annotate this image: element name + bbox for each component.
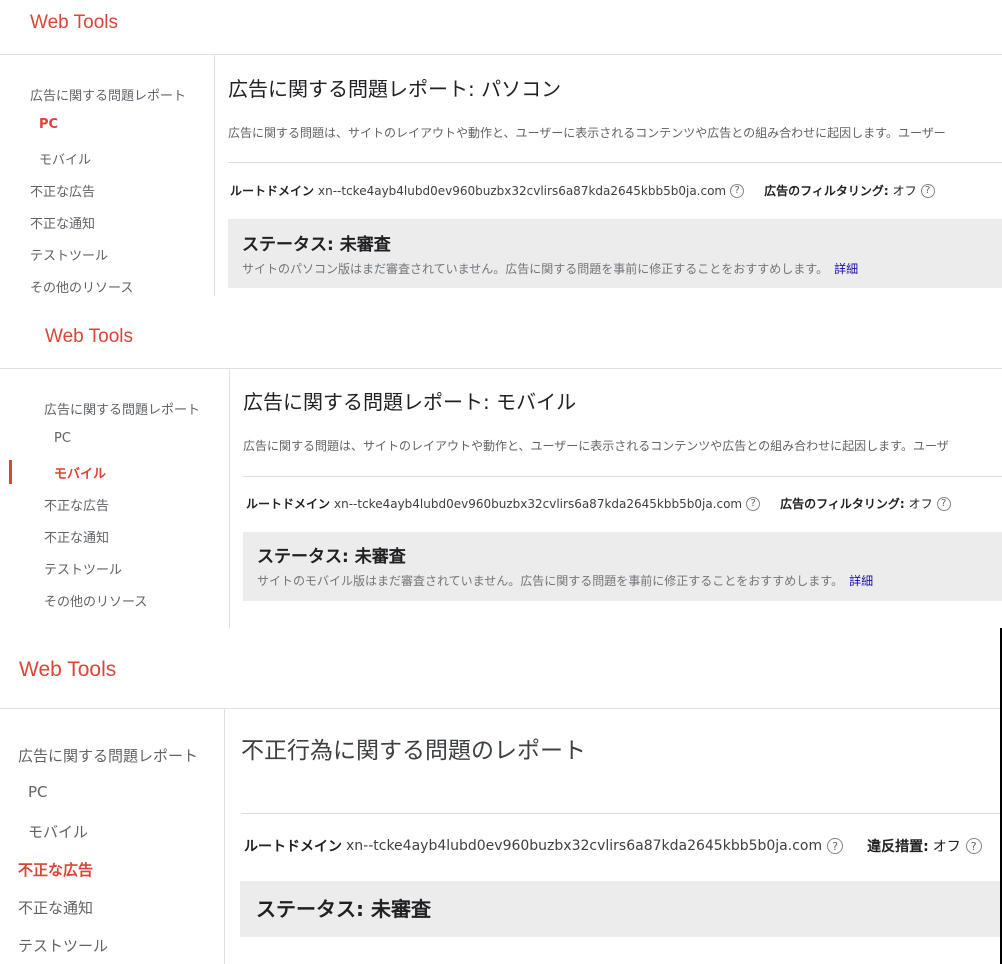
content-divider bbox=[228, 162, 1002, 163]
content-divider bbox=[243, 476, 1002, 477]
enforcement-value: オフ bbox=[932, 839, 961, 855]
help-circle-icon[interactable]: ? bbox=[920, 183, 935, 198]
sidebar-item-abusive-notifications[interactable]: 不正な通知 bbox=[18, 897, 93, 918]
help-circle-icon[interactable]: ? bbox=[965, 838, 982, 854]
sidebar-item-testing-tools[interactable]: テストツール bbox=[18, 935, 108, 956]
ad-filtering-label: 広告のフィルタリング: bbox=[780, 497, 905, 511]
panel-abusive-experience: Web Tools 広告に関する問題レポート PC モバイル 不正な広告 不正な… bbox=[0, 628, 1002, 964]
status-title: ステータス: 未審査 bbox=[242, 235, 391, 255]
details-link[interactable]: 詳細 bbox=[834, 262, 858, 276]
brand-logo[interactable]: Web Tools bbox=[19, 658, 116, 682]
brand-logo[interactable]: Web Tools bbox=[45, 326, 133, 348]
root-domain-label: ルートドメイン bbox=[246, 497, 331, 511]
sidebar-item-other-resources[interactable]: その他のリソース bbox=[30, 277, 133, 296]
sidebar-separator bbox=[224, 709, 225, 964]
sidebar-item-testing-tools[interactable]: テストツール bbox=[30, 245, 108, 264]
root-domain-value: xn--tcke4ayb4lubd0ev960buzbx32cvlirs6a87… bbox=[346, 838, 823, 854]
status-title: ステータス: 未審査 bbox=[257, 547, 406, 567]
sidebar-item-ad-experience-report[interactable]: 広告に関する問題レポート bbox=[30, 85, 186, 104]
sidebar-item-other-resources[interactable]: その他のリソース bbox=[44, 591, 147, 610]
page-description: 広告に関する問題は、サイトのレイアウトや動作と、ユーザーに表示されるコンテンツや… bbox=[228, 126, 946, 140]
status-title: ステータス: 未審査 bbox=[256, 897, 431, 921]
root-domain-value: xn--tcke4ayb4lubd0ev960buzbx32cvlirs6a87… bbox=[318, 183, 727, 198]
sidebar-item-pc[interactable]: PC bbox=[28, 783, 48, 801]
sidebar-item-mobile[interactable]: モバイル bbox=[54, 463, 106, 482]
page-description: 広告に関する問題は、サイトのレイアウトや動作と、ユーザーに表示されるコンテンツや… bbox=[243, 439, 949, 453]
sidebar-separator bbox=[214, 55, 215, 296]
ad-filtering-value: オフ bbox=[892, 184, 917, 198]
ad-filtering-value: オフ bbox=[908, 497, 933, 511]
status-description-text: サイトのパソコン版はまだ審査されていません。広告に関する問題を事前に修正すること… bbox=[242, 262, 829, 276]
sidebar-item-abusive-ads[interactable]: 不正な広告 bbox=[30, 181, 95, 200]
sidebar-item-abusive-ads[interactable]: 不正な広告 bbox=[18, 859, 93, 880]
page-title: 広告に関する問題レポート: パソコン bbox=[228, 77, 562, 101]
sidebar-separator bbox=[229, 369, 230, 628]
help-circle-icon[interactable]: ? bbox=[746, 496, 761, 511]
panel-ad-experience-mobile: Web Tools 広告に関する問題レポート PC モバイル 不正な広告 不正な… bbox=[0, 298, 1002, 628]
status-description-text: サイトのモバイル版はまだ審査されていません。広告に関する問題を事前に修正すること… bbox=[257, 574, 844, 588]
sidebar-item-mobile[interactable]: モバイル bbox=[28, 821, 88, 842]
ad-filtering-label: 広告のフィルタリング: bbox=[764, 184, 889, 198]
help-circle-icon[interactable]: ? bbox=[827, 838, 844, 854]
panel-ad-experience-pc: Web Tools 広告に関する問題レポート PC モバイル 不正な広告 不正な… bbox=[0, 0, 1002, 296]
ad-filtering-group: 広告のフィルタリング: オフ ? bbox=[780, 495, 951, 512]
ad-filtering-group: 広告のフィルタリング: オフ ? bbox=[764, 182, 935, 199]
page-title: 広告に関する問題レポート: モバイル bbox=[243, 390, 577, 414]
help-circle-icon[interactable]: ? bbox=[730, 183, 745, 198]
sidebar-item-pc[interactable]: PC bbox=[39, 117, 58, 132]
root-domain-value: xn--tcke4ayb4lubd0ev960buzbx32cvlirs6a87… bbox=[334, 496, 743, 511]
sidebar-item-ad-experience-report[interactable]: 広告に関する問題レポート bbox=[44, 399, 200, 418]
active-nav-indicator bbox=[9, 460, 12, 484]
status-description: サイトのモバイル版はまだ審査されていません。広告に関する問題を事前に修正すること… bbox=[257, 572, 873, 589]
content-divider bbox=[241, 813, 1000, 814]
sidebar-item-abusive-notifications[interactable]: 不正な通知 bbox=[30, 213, 95, 232]
header-divider bbox=[0, 54, 1002, 55]
header-divider bbox=[0, 708, 1000, 709]
brand-logo[interactable]: Web Tools bbox=[30, 12, 118, 34]
status-box: ステータス: 未審査 サイトのモバイル版はまだ審査されていません。広告に関する問… bbox=[243, 532, 1002, 601]
domain-row: ルートドメイン xn--tcke4ayb4lubd0ev960buzbx32cv… bbox=[246, 495, 951, 512]
domain-row: ルートドメイン xn--tcke4ayb4lubd0ev960buzbx32cv… bbox=[230, 182, 935, 199]
sidebar-item-ad-experience-report[interactable]: 広告に関する問題レポート bbox=[18, 745, 198, 766]
help-circle-icon[interactable]: ? bbox=[936, 496, 951, 511]
sidebar-item-abusive-notifications[interactable]: 不正な通知 bbox=[44, 527, 109, 546]
sidebar-item-pc[interactable]: PC bbox=[54, 431, 71, 446]
enforcement-label: 違反措置: bbox=[867, 839, 929, 855]
sidebar-item-mobile[interactable]: モバイル bbox=[39, 149, 91, 168]
sidebar-item-testing-tools[interactable]: テストツール bbox=[44, 559, 122, 578]
root-domain-label: ルートドメイン bbox=[230, 184, 315, 198]
sidebar-item-abusive-ads[interactable]: 不正な広告 bbox=[44, 495, 109, 514]
status-description: サイトのパソコン版はまだ審査されていません。広告に関する問題を事前に修正すること… bbox=[242, 260, 858, 277]
root-domain-label: ルートドメイン bbox=[244, 839, 342, 855]
status-box: ステータス: 未審査 bbox=[240, 881, 1000, 937]
page-title: 不正行為に関する問題のレポート bbox=[241, 738, 586, 764]
details-link[interactable]: 詳細 bbox=[849, 574, 873, 588]
header-divider bbox=[0, 368, 1002, 369]
enforcement-group: 違反措置: オフ ? bbox=[867, 836, 982, 856]
status-box: ステータス: 未審査 サイトのパソコン版はまだ審査されていません。広告に関する問… bbox=[228, 219, 1002, 288]
domain-row: ルートドメイン xn--tcke4ayb4lubd0ev960buzbx32cv… bbox=[244, 836, 982, 856]
